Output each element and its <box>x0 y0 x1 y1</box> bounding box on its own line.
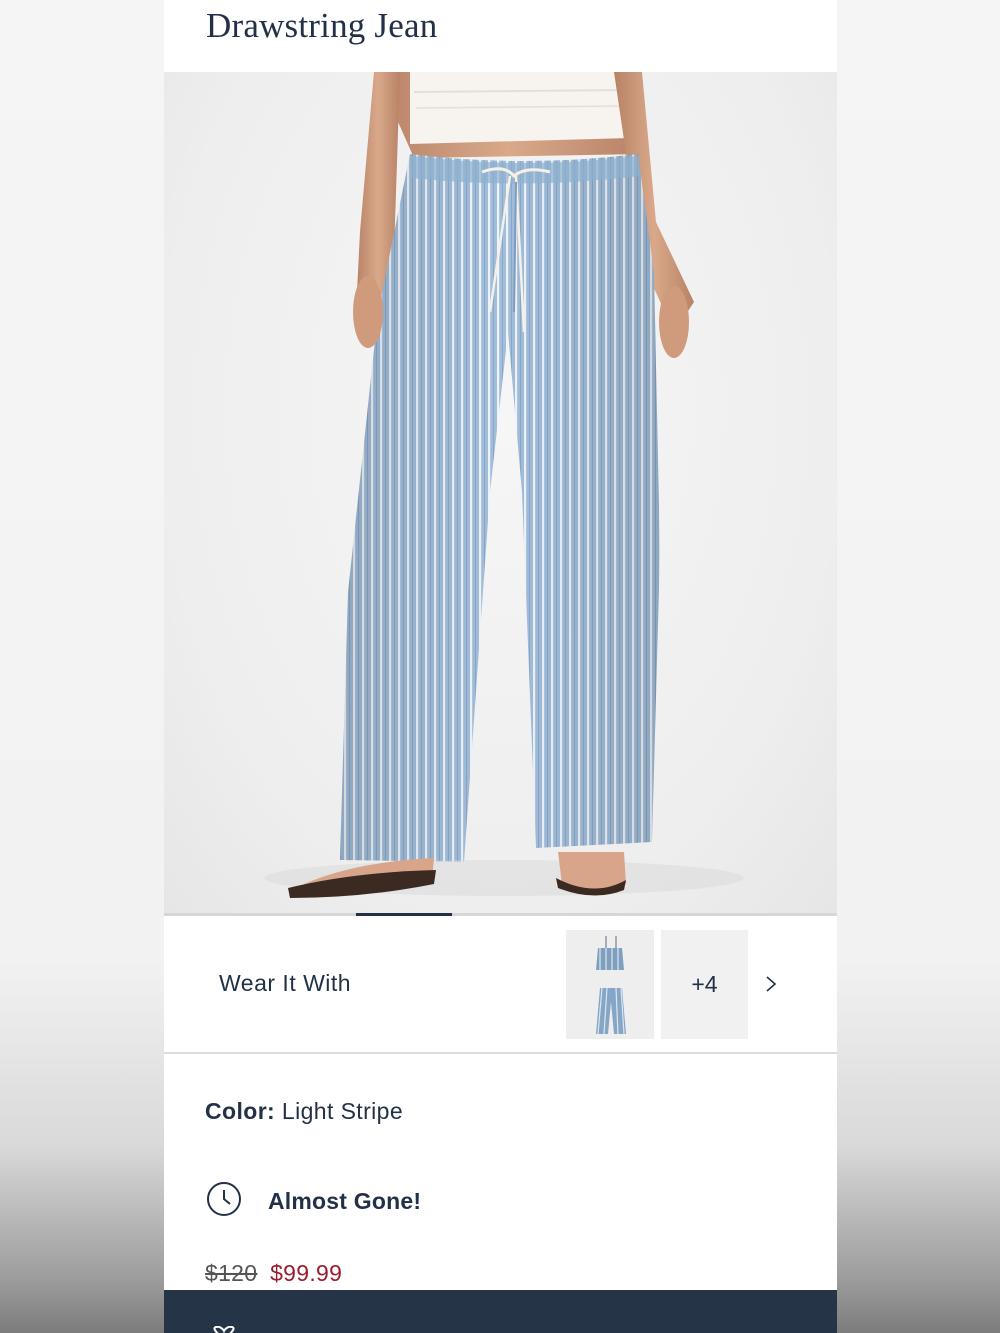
more-outfits-count: +4 <box>691 971 718 997</box>
color-value: Light Stripe <box>281 1098 404 1124</box>
wear-it-with-label: Wear It With <box>219 970 352 996</box>
outfit-thumbnail[interactable] <box>566 930 654 1039</box>
original-price: $120 <box>205 1260 258 1286</box>
wear-it-with-section[interactable]: Wear It With +4 <box>164 916 837 1054</box>
clock-icon <box>206 1181 242 1222</box>
more-outfits-button[interactable]: +4 <box>661 930 748 1039</box>
chevron-right-icon[interactable] <box>762 972 782 996</box>
product-title: Drawstring Jean <box>206 6 438 45</box>
color-label: Color: <box>205 1098 276 1124</box>
title-bar: Drawstring Jean <box>164 0 837 72</box>
price: $120 $99.99 <box>205 1260 342 1287</box>
right-backdrop <box>837 0 1000 1333</box>
sale-price: $99.99 <box>270 1260 343 1286</box>
jeans-photo <box>264 72 744 898</box>
color-selection: Color: Light Stripe <box>205 1098 403 1125</box>
product-page: Drawstring Jean Wear It With +4 Color: L… <box>164 0 837 1333</box>
outfit-thumbnail-image <box>596 936 626 1035</box>
heart-icon[interactable] <box>206 1325 242 1333</box>
product-image[interactable] <box>164 72 837 914</box>
left-backdrop <box>0 0 164 1333</box>
stock-status: Almost Gone! <box>206 1181 422 1222</box>
stock-status-text: Almost Gone! <box>268 1187 422 1214</box>
bottom-action-bar[interactable] <box>164 1290 837 1333</box>
